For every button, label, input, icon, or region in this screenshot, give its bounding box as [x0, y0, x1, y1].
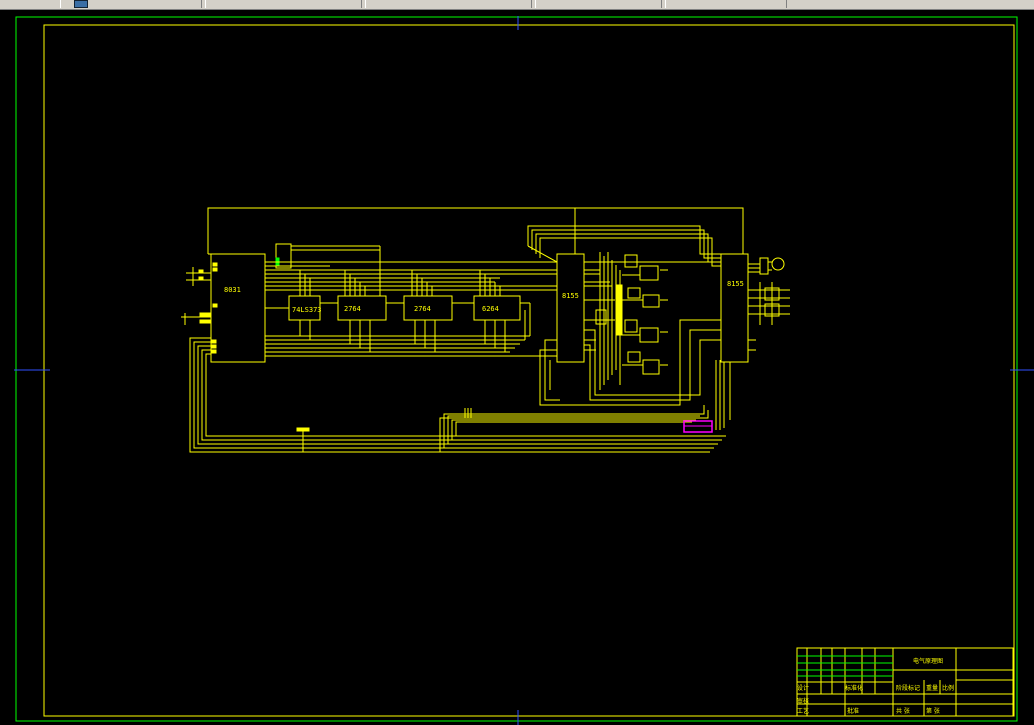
title-block-scale: 比例: [942, 684, 954, 692]
toolbar-field-5[interactable]: [665, 0, 787, 8]
label-8155-b: 8155: [727, 280, 744, 288]
title-block-stage: 阶段标记: [896, 684, 920, 692]
toolbar-field-3[interactable]: [365, 0, 532, 8]
label-74ls373: 74LS373: [292, 306, 322, 314]
title-block-weight: 重量: [926, 684, 938, 692]
title-block-approve: 批准: [847, 707, 859, 715]
title-block-drawing-title: 电气原理图: [913, 657, 943, 665]
schematic: [181, 207, 790, 453]
address-bus: [265, 245, 557, 309]
label-8031: 8031: [224, 286, 241, 294]
mcu-left-pins: [181, 262, 218, 354]
layer-icon[interactable]: [74, 0, 88, 8]
chip-8155-a[interactable]: [556, 253, 585, 363]
right-outputs: [748, 257, 790, 351]
toolbar-field-2[interactable]: [205, 0, 362, 8]
title-block-reviewer: 审核: [797, 697, 809, 705]
title-block-standard: 标准化: [845, 684, 863, 692]
chip-8155-b[interactable]: [720, 253, 749, 363]
title-block: [796, 647, 1014, 717]
outer-frame: [15, 16, 1018, 722]
label-2764-a: 2764: [344, 305, 361, 313]
axis-markers: [14, 16, 1034, 725]
io-bus: [515, 208, 721, 291]
title-block-process: 工艺: [797, 707, 809, 715]
title-block-sheet-no: 第 张: [926, 707, 940, 715]
label-6264: 6264: [482, 305, 499, 313]
toolbar-field-4[interactable]: [535, 0, 662, 8]
label-2764-b: 2764: [414, 305, 431, 313]
window-toolbar: [0, 0, 1034, 10]
label-8155-a: 8155: [562, 292, 579, 300]
title-block-sheet-total: 共 张: [896, 707, 910, 715]
drawing-canvas[interactable]: 8031 74LS373 2764 2764 6264 8155 8155 电气…: [0, 10, 1034, 725]
title-block-designer: 设计: [797, 684, 809, 692]
chip-8031[interactable]: [210, 253, 266, 363]
